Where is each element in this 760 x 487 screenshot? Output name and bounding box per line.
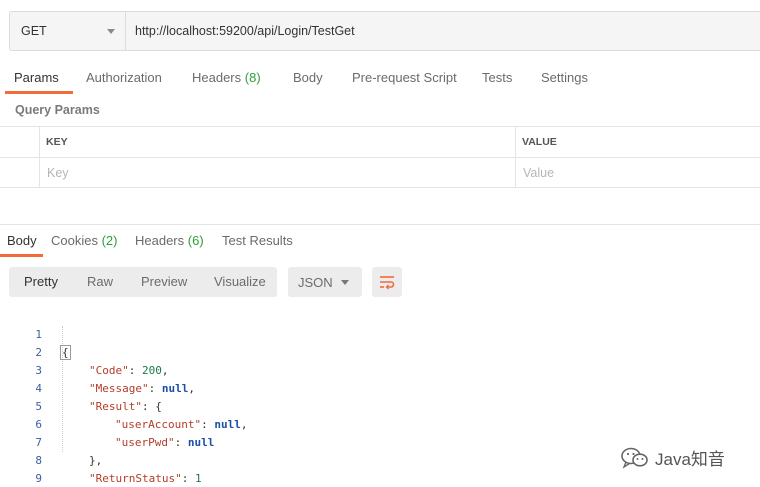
column-divider: [515, 158, 516, 188]
tab-label: Body: [293, 70, 323, 85]
wrap-lines-button[interactable]: [372, 267, 402, 297]
key-input[interactable]: Key: [47, 158, 507, 188]
code-line: 7 },: [0, 416, 760, 467]
tab-body[interactable]: Body: [293, 64, 323, 94]
tab-cookies[interactable]: Cookies (2): [51, 233, 117, 248]
tab-label: Test Results: [222, 233, 293, 248]
column-divider: [515, 127, 516, 157]
tab-settings[interactable]: Settings: [541, 64, 588, 94]
watermark-text: Java知音: [655, 450, 725, 469]
chevron-down-icon: [107, 28, 115, 34]
url-text: http://localhost:59200/api/Login/TestGet: [135, 24, 355, 38]
tab-authorization[interactable]: Authorization: [86, 64, 162, 94]
table-row: Key Value: [0, 157, 760, 188]
tab-label: Settings: [541, 70, 588, 85]
query-params-table: KEY VALUE Key Value: [0, 126, 760, 188]
tab-test-results[interactable]: Test Results: [222, 233, 293, 248]
method-select[interactable]: GET: [9, 11, 125, 51]
code-line: 1 {: [0, 308, 760, 360]
response-headers-count: (6): [187, 233, 204, 248]
tab-headers[interactable]: Headers (8): [192, 64, 261, 94]
request-bar: GET http://localhost:59200/api/Login/Tes…: [9, 11, 760, 51]
tab-response-body[interactable]: Body: [0, 233, 43, 257]
line-number: 9: [35, 472, 42, 485]
url-input[interactable]: http://localhost:59200/api/Login/TestGet: [125, 11, 760, 51]
tab-label: Tests: [482, 70, 513, 85]
wrap-icon: [380, 276, 395, 290]
tab-tests[interactable]: Tests: [482, 64, 512, 94]
json-number: 1: [194, 472, 202, 485]
watermark: Java知音: [620, 445, 725, 470]
tab-response-headers[interactable]: Headers (6): [135, 233, 204, 248]
table-header-row: KEY VALUE: [0, 126, 760, 157]
tab-label: Pre-request Script: [352, 70, 457, 85]
key-column-header: KEY: [46, 136, 68, 148]
language-label: JSON: [298, 274, 333, 290]
code-line: 6 "userPwd": null: [0, 398, 760, 449]
value-column-header: VALUE: [522, 136, 557, 148]
code-line: 5 "userAccount": null,: [0, 380, 760, 431]
cookies-count: (2): [101, 233, 118, 248]
column-divider: [39, 158, 40, 188]
response-tabs: Body Cookies (2) Headers (6) Test Result…: [0, 224, 760, 257]
headers-count: (8): [244, 70, 261, 85]
pretty-button[interactable]: Pretty: [24, 267, 58, 297]
json-key: "ReturnStatus": [89, 472, 182, 485]
tab-label: Authorization: [86, 70, 162, 85]
code-line: 4 "Result": {: [0, 362, 760, 413]
tab-label: Headers: [135, 233, 185, 248]
method-label: GET: [21, 24, 47, 38]
query-params-title: Query Params: [15, 103, 100, 117]
format-toggle-group: Pretty Raw Preview Visualize: [9, 267, 277, 297]
tab-label: Body: [7, 233, 37, 248]
column-divider: [39, 127, 40, 157]
code-line: 3 "Message": null,: [0, 344, 760, 395]
tab-label: Params: [14, 70, 59, 85]
request-tabs: Params Authorization Headers (8) Body Pr…: [0, 64, 760, 94]
language-select[interactable]: JSON: [288, 267, 362, 297]
preview-button[interactable]: Preview: [141, 267, 187, 297]
tab-label: Headers: [192, 70, 242, 85]
code-line: 2 "Code": 200,: [0, 326, 760, 377]
tab-pre-request-script[interactable]: Pre-request Script: [352, 64, 457, 94]
visualize-button[interactable]: Visualize: [214, 267, 266, 297]
value-input[interactable]: Value: [523, 158, 753, 188]
chevron-down-icon: [341, 279, 349, 285]
tab-label: Cookies: [51, 233, 98, 248]
tab-params[interactable]: Params: [5, 64, 73, 94]
raw-button[interactable]: Raw: [87, 267, 113, 297]
wechat-icon: [621, 447, 648, 469]
